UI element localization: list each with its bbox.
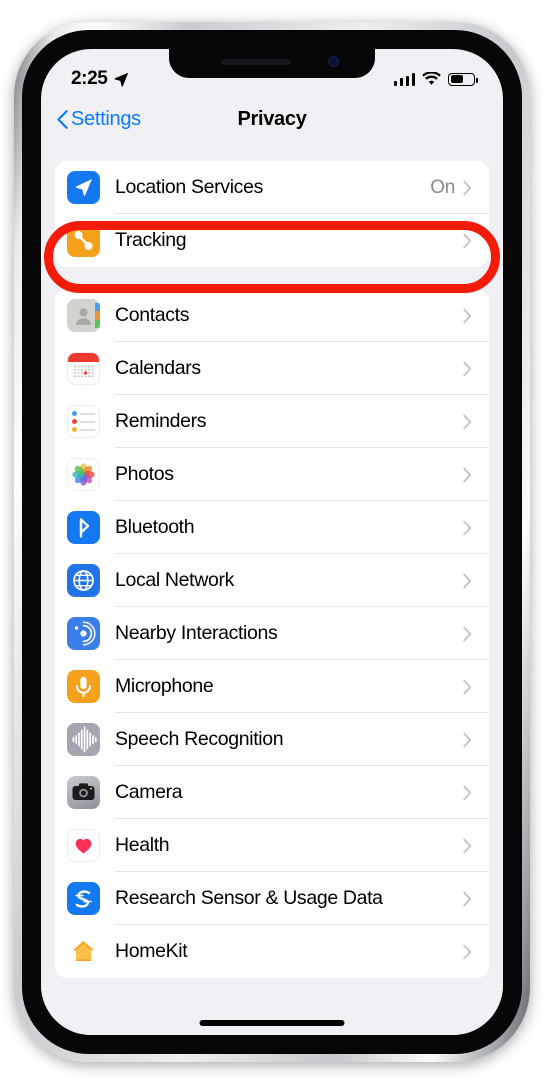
page-title: Privacy <box>237 107 307 130</box>
homekit-icon <box>67 935 100 968</box>
settings-row-label: Research Sensor & Usage Data <box>115 887 383 909</box>
settings-row-label: Contacts <box>115 304 190 326</box>
earpiece-speaker <box>221 59 291 65</box>
settings-row-tracking[interactable]: Tracking <box>55 214 489 267</box>
settings-row-homekit[interactable]: HomeKit <box>55 925 489 978</box>
settings-row-health[interactable]: Health <box>55 819 489 872</box>
settings-row-calendars[interactable]: Calendars <box>55 342 489 395</box>
location-arrow-icon <box>115 72 129 87</box>
tracking-icon <box>67 224 100 257</box>
chevron-right-icon <box>463 308 472 323</box>
settings-row-microphone[interactable]: Microphone <box>55 660 489 713</box>
settings-row-reminders[interactable]: Reminders <box>55 395 489 448</box>
status-bar-right <box>393 72 478 86</box>
settings-row-label: Local Network <box>115 569 235 591</box>
chevron-right-icon <box>463 732 472 747</box>
settings-row-label: Photos <box>115 463 174 485</box>
settings-row-photos[interactable]: Photos <box>55 448 489 501</box>
settings-row-label: Microphone <box>115 675 214 697</box>
settings-row-label: Tracking <box>115 229 187 251</box>
camera-icon <box>67 776 100 809</box>
calendar-icon <box>67 352 100 385</box>
chevron-right-icon <box>463 361 472 376</box>
settings-scroll-area[interactable]: Location Services On Tracking Contacts C… <box>41 143 503 1035</box>
chevron-right-icon <box>463 573 472 588</box>
settings-row-label: Location Services <box>115 176 263 198</box>
settings-row-local-network[interactable]: Local Network <box>55 554 489 607</box>
settings-row-value: On <box>430 176 455 198</box>
settings-row-nearby-interactions[interactable]: Nearby Interactions <box>55 607 489 660</box>
phone-frame: 2:25 Settings Privacy Location Services … <box>14 22 530 1062</box>
chevron-right-icon <box>463 944 472 959</box>
home-indicator[interactable] <box>199 1020 345 1026</box>
contacts-icon <box>67 299 100 332</box>
chevron-right-icon <box>463 414 472 429</box>
wifi-icon <box>422 72 441 85</box>
chevron-right-icon <box>463 891 472 906</box>
settings-row-label: Reminders <box>115 410 207 432</box>
chevron-right-icon <box>463 785 472 800</box>
settings-row-label: HomeKit <box>115 940 188 962</box>
settings-row-research-sensor-usage-data[interactable]: Research Sensor & Usage Data <box>55 872 489 925</box>
chevron-right-icon <box>463 467 472 482</box>
settings-row-label: Bluetooth <box>115 516 195 538</box>
settings-row-bluetooth[interactable]: Bluetooth <box>55 501 489 554</box>
notch <box>169 49 375 78</box>
status-bar-left: 2:25 <box>71 68 130 90</box>
settings-row-speech-recognition[interactable]: Speech Recognition <box>55 713 489 766</box>
navigation-bar: Settings Privacy <box>41 95 503 143</box>
globe-icon <box>67 564 100 597</box>
settings-row-label: Health <box>115 834 170 856</box>
settings-row-contacts[interactable]: Contacts <box>55 289 489 342</box>
settings-row-label: Nearby Interactions <box>115 622 278 644</box>
battery-icon <box>448 72 478 86</box>
settings-row-label: Camera <box>115 781 183 803</box>
bluetooth-icon <box>67 511 100 544</box>
waveform-icon <box>67 723 100 756</box>
cellular-bars-icon <box>393 72 415 86</box>
phone-bezel: 2:25 Settings Privacy Location Services … <box>22 30 522 1054</box>
chevron-right-icon <box>463 838 472 853</box>
photos-icon <box>67 458 100 491</box>
location-arrow-icon <box>67 171 100 204</box>
research-sensor-icon <box>67 882 100 915</box>
chevron-right-icon <box>463 180 472 195</box>
chevron-right-icon <box>463 233 472 248</box>
settings-row-location-services[interactable]: Location Services On <box>55 161 489 214</box>
front-camera <box>328 56 339 67</box>
chevron-right-icon <box>463 679 472 694</box>
heart-icon <box>67 829 100 862</box>
nearby-interactions-icon <box>67 617 100 650</box>
chevron-right-icon <box>463 520 472 535</box>
chevron-right-icon <box>463 626 472 641</box>
phone-screen: 2:25 Settings Privacy Location Services … <box>41 49 503 1035</box>
microphone-icon <box>67 670 100 703</box>
settings-group-permissions: Contacts Calendars Reminders Photos Blue… <box>55 289 489 978</box>
status-time: 2:25 <box>71 68 108 89</box>
settings-row-camera[interactable]: Camera <box>55 766 489 819</box>
settings-group-primary: Location Services On Tracking <box>55 161 489 267</box>
settings-row-label: Speech Recognition <box>115 728 284 750</box>
settings-row-label: Calendars <box>115 357 201 379</box>
reminders-icon <box>67 405 100 438</box>
